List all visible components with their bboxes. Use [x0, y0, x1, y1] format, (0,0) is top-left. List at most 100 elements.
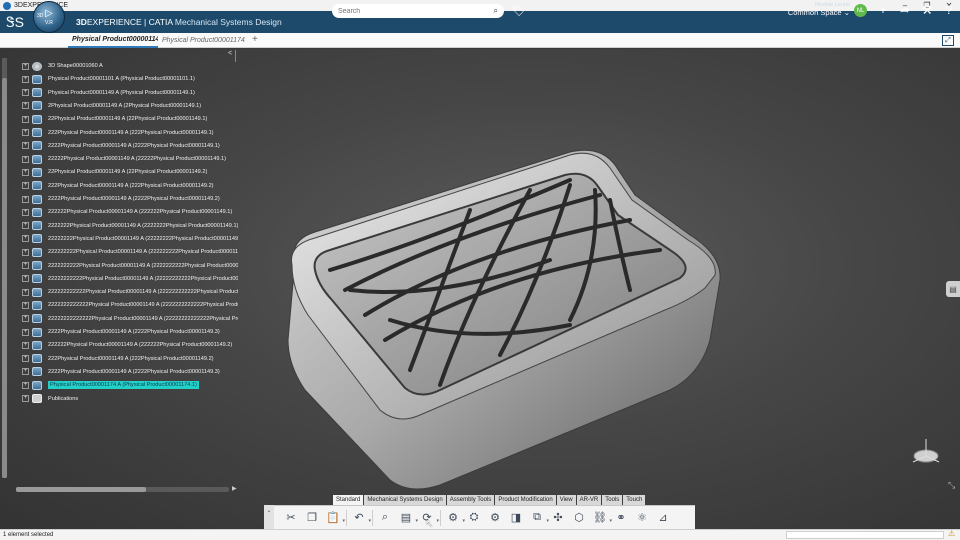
- expand-node-icon[interactable]: +: [22, 288, 29, 296]
- tree-item[interactable]: +22Physical Product00001149 A (22Physica…: [22, 166, 207, 178]
- user-info[interactable]: Nicolas Leune Common Space ⌄: [786, 2, 850, 17]
- warning-icon[interactable]: ⚠: [948, 529, 955, 538]
- tree-item[interactable]: +2222Physical Product00001149 A (2222Phy…: [22, 366, 220, 378]
- search-input[interactable]: [338, 7, 494, 15]
- section-tab[interactable]: Product Modification: [495, 495, 556, 505]
- replace-icon[interactable]: ⛭: [465, 509, 483, 527]
- copy-icon[interactable]: ❐: [303, 509, 321, 527]
- expand-icon[interactable]: ⤢: [942, 35, 954, 46]
- tree-item[interactable]: +222222222222Physical Product00001149 A …: [22, 286, 238, 298]
- ds-logo-icon[interactable]: ᏕS: [4, 11, 26, 33]
- tree-item[interactable]: +22222222222Physical Product00001149 A (…: [22, 273, 238, 285]
- tree-item[interactable]: +2222Physical Product00001149 A (2222Phy…: [22, 326, 220, 338]
- expand-node-icon[interactable]: +: [22, 75, 29, 83]
- tree-item[interactable]: + Physical Product00001101 A (Physical Pr…: [22, 73, 195, 85]
- clash-icon[interactable]: ⚭: [612, 509, 630, 527]
- expand-node-icon[interactable]: +: [22, 155, 29, 163]
- space-selector[interactable]: Common Space ⌄: [786, 8, 850, 17]
- tab-active-document[interactable]: Physical Product00000114!: [68, 33, 158, 48]
- constraint-icon[interactable]: ✣: [549, 509, 567, 527]
- tree-item[interactable]: +22222222222222Physical Product00001149 …: [22, 313, 238, 325]
- tab-inactive-document[interactable]: Physical Product00001174: [158, 33, 248, 48]
- cut-icon[interactable]: ✂: [282, 509, 300, 527]
- tree-item[interactable]: +222222Physical Product00001149 A (22222…: [22, 206, 232, 218]
- expand-node-icon[interactable]: +: [22, 275, 29, 283]
- section-tab[interactable]: AR-VR: [576, 495, 602, 505]
- expand-node-icon[interactable]: +: [22, 328, 29, 336]
- tree-item[interactable]: +22222Physical Product00001149 A (22222P…: [22, 153, 226, 165]
- tree-item[interactable]: +22222222Physical Product00001149 A (222…: [22, 233, 238, 245]
- search-icon[interactable]: ⌕: [494, 6, 498, 16]
- expand-node-icon[interactable]: +: [22, 341, 29, 349]
- tree-item[interactable]: +2222222222Physical Product00001149 A (2…: [22, 260, 238, 272]
- side-panel-tab[interactable]: ▤: [946, 281, 960, 297]
- section-tab[interactable]: Standard: [333, 495, 364, 505]
- action-bar-toggle[interactable]: ⌄: [264, 505, 274, 529]
- assembly-icon[interactable]: ⚙: [486, 509, 504, 527]
- resize-corner-icon[interactable]: ⤡: [948, 480, 955, 491]
- tree-item[interactable]: + Publications: [22, 393, 78, 405]
- tree-scroll-thumb[interactable]: [2, 78, 7, 478]
- expand-node-icon[interactable]: +: [22, 62, 29, 70]
- expand-node-icon[interactable]: +: [22, 195, 29, 203]
- expand-node-icon[interactable]: +: [22, 129, 29, 136]
- dropdown-caret-icon[interactable]: ▾: [342, 518, 345, 524]
- tree-item[interactable]: + Physical Product00001174 A (Physical Pr…: [22, 379, 199, 391]
- expand-node-icon[interactable]: +: [22, 355, 29, 363]
- tag-icon[interactable]: 🏷: [511, 4, 525, 17]
- play-icon[interactable]: ▷: [45, 8, 53, 19]
- dropdown-caret-icon[interactable]: ▾: [368, 518, 371, 524]
- expand-node-icon[interactable]: +: [22, 248, 29, 256]
- expand-node-icon[interactable]: +: [22, 115, 29, 123]
- share-icon[interactable]: ➦: [897, 3, 913, 17]
- expand-node-icon[interactable]: +: [22, 301, 29, 309]
- fasten-icon[interactable]: ⛓ ▾: [591, 509, 612, 527]
- tree-item[interactable]: +2222222222222Physical Product00001149 A…: [22, 299, 238, 311]
- section-tab[interactable]: View: [556, 495, 576, 505]
- expand-node-icon[interactable]: +: [22, 89, 29, 97]
- tree-item[interactable]: +222Physical Product00001149 A (222Physi…: [22, 180, 214, 192]
- engineering-connection-icon[interactable]: ⬡: [570, 509, 588, 527]
- expand-node-icon[interactable]: +: [22, 168, 29, 176]
- tree-item[interactable]: +222Physical Product00001149 A (222Physi…: [22, 353, 214, 365]
- scroll-right-icon[interactable]: ▶: [232, 485, 237, 492]
- expand-node-icon[interactable]: +: [22, 368, 29, 376]
- zoom-fit-icon[interactable]: ⌕: [376, 509, 394, 527]
- expand-node-icon[interactable]: +: [22, 222, 29, 230]
- tree-item[interactable]: +22Physical Product00001149 A (22Physica…: [22, 113, 207, 125]
- dropdown-caret-icon[interactable]: ▾: [436, 518, 439, 524]
- compass-widget[interactable]: 3D ▷ V.R: [33, 1, 65, 33]
- tree-collapse-button[interactable]: <: [228, 50, 232, 57]
- section-tab[interactable]: Mechanical Systems Design: [364, 495, 446, 505]
- add-icon[interactable]: +: [875, 3, 891, 17]
- paste-icon[interactable]: 📋 ▾: [324, 509, 345, 527]
- undo-icon[interactable]: ↶ ▾: [350, 509, 371, 527]
- tree-item[interactable]: +3D Shape00001060 A: [22, 60, 103, 72]
- insert-product-icon[interactable]: ⚙ ▾: [444, 509, 465, 527]
- tree-item[interactable]: +2222222Physical Product00001149 A (2222…: [22, 220, 238, 232]
- expand-node-icon[interactable]: +: [22, 182, 29, 190]
- tree-item[interactable]: + Physical Product00001149 A (Physical Pr…: [22, 87, 195, 99]
- section-icon[interactable]: ◨: [507, 509, 525, 527]
- section-tab[interactable]: Assembly Tools: [446, 495, 495, 505]
- avatar[interactable]: NL: [854, 4, 867, 17]
- add-tab-button[interactable]: +: [252, 34, 258, 45]
- expand-node-icon[interactable]: +: [22, 102, 29, 110]
- tree-item[interactable]: +222222222Physical Product00001149 A (22…: [22, 246, 238, 258]
- tree-item[interactable]: +222Physical Product00001149 A (222Physi…: [22, 127, 214, 139]
- compass-axis-widget[interactable]: [908, 436, 944, 470]
- expand-node-icon[interactable]: +: [22, 208, 29, 216]
- tree-hscroll-thumb[interactable]: [16, 487, 146, 492]
- expand-node-icon[interactable]: +: [22, 142, 29, 150]
- command-input[interactable]: [786, 531, 944, 539]
- expand-node-icon[interactable]: +: [22, 381, 29, 389]
- help-icon[interactable]: ?: [941, 3, 957, 17]
- tools-icon[interactable]: ⚒: [919, 3, 935, 17]
- section-tab[interactable]: Tools: [602, 495, 623, 505]
- expand-node-icon[interactable]: +: [22, 235, 29, 243]
- section-tab[interactable]: Touch: [623, 495, 646, 505]
- tree-item[interactable]: +2222Physical Product00001149 A (2222Phy…: [22, 193, 220, 205]
- expand-node-icon[interactable]: +: [22, 315, 29, 323]
- measure-icon[interactable]: ⊿: [654, 509, 672, 527]
- tree-item[interactable]: +2Physical Product00001149 A (2Physical …: [22, 100, 201, 112]
